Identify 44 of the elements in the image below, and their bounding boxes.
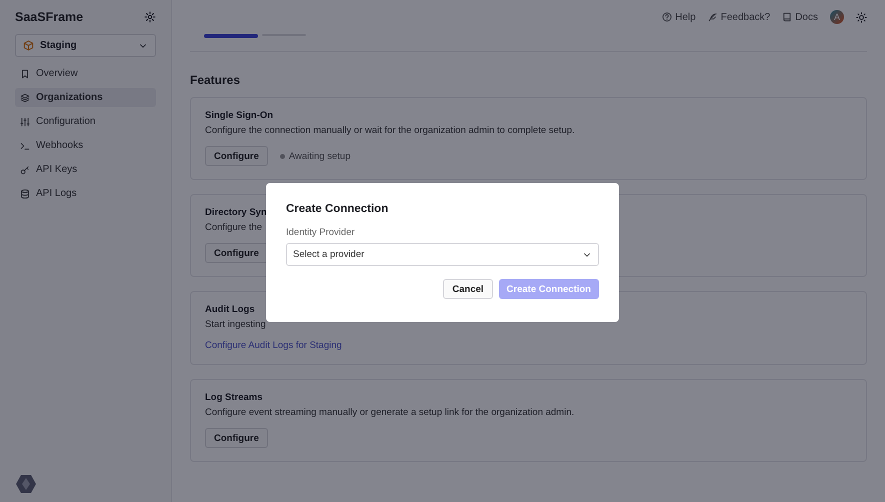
environment-dropdown[interactable]: Staging: [15, 34, 156, 57]
book-icon: [782, 12, 792, 22]
terminal-icon: [20, 140, 30, 150]
key-icon: [20, 164, 30, 174]
provider-select[interactable]: Select a provider: [286, 243, 599, 266]
top-link[interactable]: Feedback?: [708, 12, 770, 22]
configure-link[interactable]: Configure Audit Logs for Staging: [205, 340, 342, 351]
top-link[interactable]: Help: [662, 12, 696, 22]
bookmark-icon: [20, 68, 30, 78]
card-title: Single Sign-On: [205, 110, 274, 121]
configure-button[interactable]: Configure: [205, 146, 268, 166]
card-title: Directory Syn: [205, 207, 267, 218]
cube-icon: [23, 40, 34, 51]
card-description: Configure the connection manually or wait for the organization admin to complete setup.: [205, 125, 575, 136]
sidebar-item[interactable]: API Keys: [15, 160, 156, 179]
configure-button[interactable]: Configure: [205, 243, 268, 263]
configure-button[interactable]: Configure: [205, 428, 268, 448]
layers-icon: [20, 92, 30, 102]
section-title: Features: [190, 73, 242, 87]
sun-icon: [856, 12, 867, 22]
card-description: Configure event streaming manually or generate a setup link for the organization admin.: [205, 407, 574, 418]
app-name: SaaSFrame: [15, 10, 84, 24]
logo-icon: [15, 473, 37, 495]
field-label: Identity Provider: [286, 227, 356, 238]
sidebar-item[interactable]: Webhooks: [15, 136, 156, 155]
feather-icon: [708, 12, 718, 22]
card-title: Audit Logs: [205, 304, 255, 315]
sidebar-item[interactable]: Overview: [15, 64, 156, 83]
sidebar-item[interactable]: API Logs: [15, 184, 156, 203]
card-description: Configure the: [205, 222, 262, 233]
cancel-button[interactable]: Cancel: [443, 279, 493, 299]
sidebar-item[interactable]: Organizations: [15, 88, 156, 107]
status-text: Awaiting setup: [288, 150, 350, 162]
top-link[interactable]: Docs: [782, 12, 818, 22]
tab[interactable]: [204, 34, 258, 38]
sidebar-item[interactable]: Configuration: [15, 112, 156, 131]
sliders-icon: [20, 116, 30, 126]
user-avatar[interactable]: A: [830, 10, 844, 24]
help-icon: [662, 12, 672, 22]
card-description: Start ingesting: [205, 319, 266, 330]
dialog-title: Create Connection: [286, 203, 390, 215]
status-dot-icon: [280, 154, 285, 158]
database-icon: [20, 188, 30, 198]
card-title: Log Streams: [205, 392, 263, 403]
